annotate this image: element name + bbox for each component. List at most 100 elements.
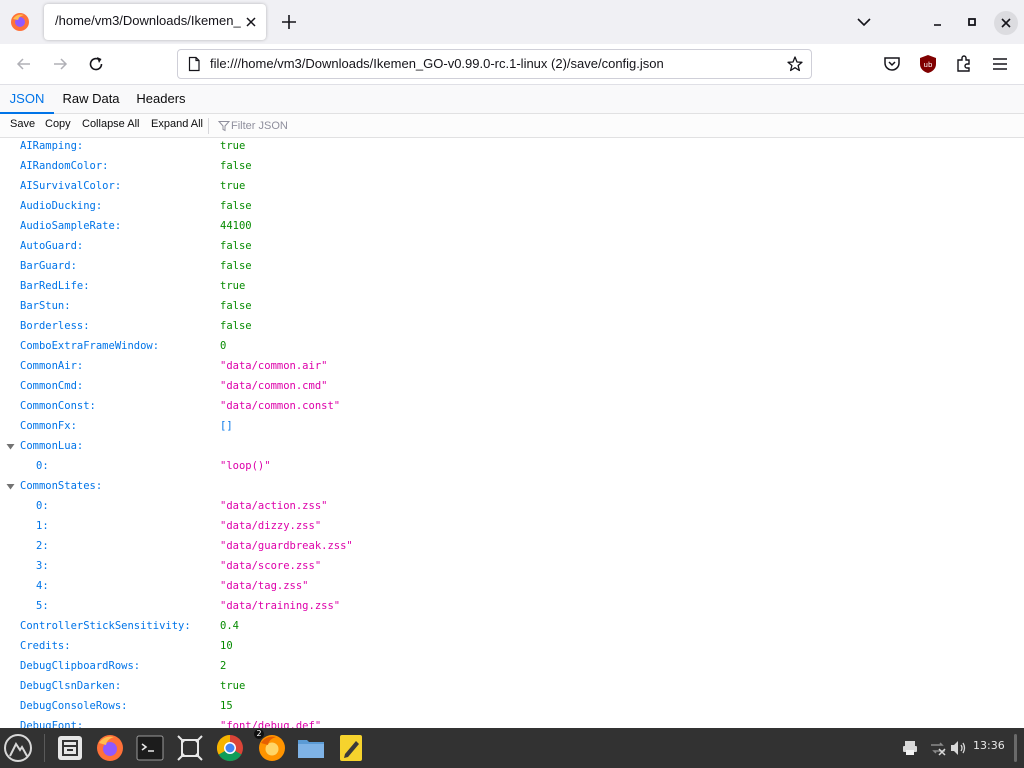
text-editor-icon[interactable] <box>335 732 367 764</box>
tab-raw-data[interactable]: Raw Data <box>54 85 128 114</box>
chevron-down-icon[interactable] <box>853 11 875 33</box>
json-group-row[interactable]: CommonLua: <box>0 436 1024 456</box>
taskbar-divider <box>44 734 45 762</box>
json-row[interactable]: 1: "data/dizzy.zss" <box>0 516 1024 536</box>
json-key: AudioSampleRate: <box>20 220 122 232</box>
tab-config-json[interactable]: /home/vm3/Downloads/Ikemen_GO <box>44 4 266 40</box>
json-row[interactable]: DebugClipboardRows: 2 <box>0 656 1024 676</box>
json-row[interactable]: DebugClsnDarken: true <box>0 676 1024 696</box>
minimize-icon[interactable] <box>928 12 948 32</box>
printer-icon[interactable] <box>901 739 919 757</box>
extensions-puzzle-icon[interactable] <box>954 54 974 74</box>
file-icon <box>188 56 200 72</box>
json-row[interactable]: 2: "data/guardbreak.zss" <box>0 536 1024 556</box>
tab-headers[interactable]: Headers <box>128 85 194 114</box>
json-row[interactable]: AIRandomColor: false <box>0 156 1024 176</box>
filter-icon <box>218 121 230 132</box>
copy-button[interactable]: Copy <box>45 118 71 134</box>
json-row[interactable]: AISurvivalColor: true <box>0 176 1024 196</box>
json-row[interactable]: ControllerStickSensitivity: 0.4 <box>0 616 1024 636</box>
bookmark-star-icon[interactable] <box>786 55 804 73</box>
json-value: "data/common.air" <box>220 360 328 372</box>
json-row[interactable]: BarGuard: false <box>0 256 1024 276</box>
json-row[interactable]: AudioSampleRate: 44100 <box>0 216 1024 236</box>
window-close-icon[interactable] <box>994 11 1018 35</box>
save-button[interactable]: Save <box>10 118 35 134</box>
tab-json[interactable]: JSON <box>0 85 54 114</box>
json-row[interactable]: 3: "data/score.zss" <box>0 556 1024 576</box>
json-value: "font/debug.def" <box>220 720 322 728</box>
json-key: AudioDucking: <box>20 200 103 212</box>
json-value: "data/common.const" <box>220 400 341 412</box>
collapse-all-button[interactable]: Collapse All <box>82 118 139 134</box>
json-value: false <box>220 160 252 172</box>
expand-triangle-icon[interactable] <box>6 442 15 451</box>
json-value: "loop()" <box>220 460 271 472</box>
json-row[interactable]: 5: "data/training.zss" <box>0 596 1024 616</box>
json-key: CommonConst: <box>20 400 96 412</box>
json-row[interactable]: AudioDucking: false <box>0 196 1024 216</box>
expand-all-button[interactable]: Expand All <box>151 118 203 134</box>
json-row[interactable]: 4: "data/tag.zss" <box>0 576 1024 596</box>
json-row[interactable]: DebugFont: "font/debug.def" <box>0 716 1024 728</box>
json-key: CommonLua: <box>20 440 84 452</box>
json-toolbar: Save Copy Collapse All Expand All <box>0 114 1024 138</box>
json-row[interactable]: 0: "loop()" <box>0 456 1024 476</box>
json-value: 2 <box>220 660 227 672</box>
json-value: true <box>220 680 246 692</box>
json-key: DebugFont: <box>20 720 84 728</box>
json-row[interactable]: Credits: 10 <box>0 636 1024 656</box>
json-row[interactable]: BarRedLife: true <box>0 276 1024 296</box>
hamburger-menu-icon[interactable] <box>990 54 1010 74</box>
chrome-icon[interactable] <box>214 732 246 764</box>
reload-icon[interactable] <box>86 54 106 74</box>
network-icon[interactable] <box>929 739 947 757</box>
json-row[interactable]: CommonFx: [] <box>0 416 1024 436</box>
json-row[interactable]: DebugConsoleRows: 15 <box>0 696 1024 716</box>
json-row[interactable]: CommonCmd: "data/common.cmd" <box>0 376 1024 396</box>
file-manager-icon[interactable] <box>54 732 86 764</box>
json-group-row[interactable]: CommonStates: <box>0 476 1024 496</box>
terminal-icon[interactable] <box>134 732 166 764</box>
firefox-view-icon[interactable] <box>9 11 31 33</box>
tab-close-icon[interactable] <box>242 13 260 31</box>
pocket-icon[interactable] <box>882 54 902 74</box>
json-key: AIRamping: <box>20 140 84 152</box>
json-row[interactable]: CommonConst: "data/common.const" <box>0 396 1024 416</box>
json-row[interactable]: AIRamping: true <box>0 138 1024 156</box>
url-bar[interactable]: file:///home/vm3/Downloads/Ikemen_GO-v0.… <box>177 49 812 79</box>
json-row[interactable]: ComboExtraFrameWindow: 0 <box>0 336 1024 356</box>
ublock-origin-icon[interactable]: ub <box>918 54 938 74</box>
back-arrow-icon[interactable] <box>14 54 34 74</box>
json-key: 1: <box>36 520 49 532</box>
json-row[interactable]: Borderless: false <box>0 316 1024 336</box>
json-value: true <box>220 180 246 192</box>
json-key: AutoGuard: <box>20 240 84 252</box>
folder-icon[interactable] <box>295 732 327 764</box>
volume-icon[interactable] <box>949 739 967 757</box>
clock[interactable]: 13:36 <box>973 739 1007 755</box>
show-desktop-button[interactable] <box>1014 734 1017 762</box>
json-key: CommonFx: <box>20 420 77 432</box>
start-menu-icon[interactable] <box>2 732 34 764</box>
json-row[interactable]: AutoGuard: false <box>0 236 1024 256</box>
json-value: false <box>220 260 252 272</box>
firefox-icon[interactable] <box>94 732 126 764</box>
json-key: BarGuard: <box>20 260 77 272</box>
maximize-icon[interactable] <box>962 12 982 32</box>
json-value: false <box>220 300 252 312</box>
new-tab-icon[interactable] <box>278 11 300 33</box>
expand-triangle-icon[interactable] <box>6 482 15 491</box>
forward-arrow-icon[interactable] <box>50 54 70 74</box>
url-text[interactable]: file:///home/vm3/Downloads/Ikemen_GO-v0.… <box>210 56 780 74</box>
json-row[interactable]: CommonAir: "data/common.air" <box>0 356 1024 376</box>
json-value: false <box>220 240 252 252</box>
toolbar-divider <box>208 118 209 134</box>
json-key: 0: <box>36 500 49 512</box>
screenshot-tool-icon[interactable] <box>174 732 206 764</box>
json-row[interactable]: BarStun: false <box>0 296 1024 316</box>
json-row[interactable]: 0: "data/action.zss" <box>0 496 1024 516</box>
json-value: 44100 <box>220 220 252 232</box>
tab-title: /home/vm3/Downloads/Ikemen_GO <box>55 13 241 28</box>
filter-json-input[interactable] <box>231 116 431 136</box>
